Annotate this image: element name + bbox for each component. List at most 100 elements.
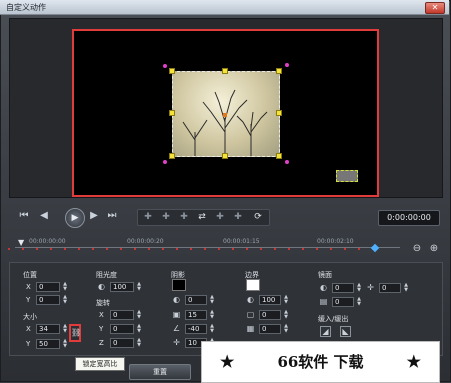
border-soft-spinner[interactable]: ▲ ▼: [282, 324, 290, 334]
rotation-z-spinner[interactable]: ▲ ▼: [135, 338, 143, 348]
mirror-opacity-spinner[interactable]: ▲ ▼: [355, 283, 363, 293]
rotation-z-field[interactable]: 0: [110, 338, 134, 348]
border-opacity-field[interactable]: 100: [259, 295, 281, 305]
border-width-field[interactable]: 0: [259, 310, 281, 320]
border-color-swatch[interactable]: [246, 279, 260, 291]
position-y-label: Y: [26, 296, 31, 304]
keyframe-track[interactable]: [8, 248, 373, 250]
position-y-spinner[interactable]: ▲ ▼: [61, 295, 69, 305]
resize-handle-n[interactable]: [222, 68, 228, 74]
window-title: 自定义动作: [6, 3, 46, 12]
shadow-angle-icon: ∠: [172, 324, 181, 333]
border-soft-field[interactable]: 0: [259, 324, 281, 334]
skew-handle-nw[interactable]: [163, 64, 167, 68]
mirror-fade-field[interactable]: 0: [332, 297, 354, 307]
add-keyframe-button[interactable]: ✚: [142, 212, 154, 223]
site-watermark: ★ 66软件 下载 ★: [201, 341, 440, 383]
star-icon: ★: [220, 352, 235, 371]
ruler-tick: 00:00:00:00: [29, 238, 66, 245]
reset-button[interactable]: 重置: [129, 364, 191, 380]
rotate-keyframe-button[interactable]: ⟳: [252, 212, 264, 223]
shadow-blur-field[interactable]: 15: [185, 310, 207, 320]
close-button[interactable]: ✕: [425, 2, 445, 14]
opacity-spinner[interactable]: ▲ ▼: [135, 282, 143, 292]
zoom-out-icon[interactable]: ⊖: [411, 243, 423, 255]
timecode-display[interactable]: 0:00:00:00: [378, 210, 440, 226]
shadow-blur-spinner[interactable]: ▲ ▼: [208, 310, 216, 320]
rotation-label: 旋转: [96, 299, 110, 307]
keyframe-option-button[interactable]: ✚: [232, 212, 244, 223]
watermark-text: 66软件 下载: [277, 353, 364, 371]
ruler-tick: 00:00:02:10: [317, 238, 354, 245]
size-label: 大小: [23, 313, 37, 321]
resize-handle-w[interactable]: [169, 110, 175, 116]
rotation-y-field[interactable]: 0: [110, 324, 134, 334]
mini-navigator[interactable]: [336, 170, 358, 182]
border-width-icon: ▢: [246, 310, 255, 319]
shadow-opacity-field[interactable]: 0: [185, 295, 207, 305]
mirror-offset-field[interactable]: 0: [379, 283, 401, 293]
go-to-end-button[interactable]: ⏭: [105, 210, 119, 222]
lock-aspect-ratio-button[interactable]: ⛓: [69, 324, 81, 342]
size-y-spinner[interactable]: ▲ ▼: [61, 339, 69, 349]
ruler-tick: 00:00:00:20: [127, 238, 164, 245]
shadow-angle-field[interactable]: -40: [185, 324, 207, 334]
position-y-field[interactable]: 0: [36, 295, 60, 305]
size-y-field[interactable]: 50: [36, 339, 60, 349]
position-x-spinner[interactable]: ▲ ▼: [61, 282, 69, 292]
paste-keyframe-button[interactable]: ✚: [214, 212, 226, 223]
next-frame-button[interactable]: ▶: [87, 210, 101, 222]
mirror-fade-spinner[interactable]: ▲ ▼: [355, 297, 363, 307]
fade-label: 缓入/缓出: [318, 315, 349, 323]
reverse-keyframes-button[interactable]: ⇄: [196, 212, 208, 223]
border-soft-icon: ▦: [246, 324, 255, 333]
skew-handle-ne[interactable]: [285, 63, 289, 67]
opacity-icon: ◐: [98, 282, 105, 291]
mirror-label: 镜面: [318, 271, 332, 279]
rotation-x-spinner[interactable]: ▲ ▼: [135, 310, 143, 320]
resize-handle-sw[interactable]: [169, 153, 175, 159]
rotation-x-label: X: [99, 311, 104, 319]
border-opacity-spinner[interactable]: ▲ ▼: [282, 295, 290, 305]
shadow-angle-spinner[interactable]: ▲ ▼: [208, 324, 216, 334]
fade-in-icon[interactable]: ◢: [320, 326, 331, 337]
mirror-fade-icon: ▤: [319, 297, 328, 306]
skew-handle-se[interactable]: [285, 160, 289, 164]
copy-keyframe-button[interactable]: ✚: [178, 212, 190, 223]
mirror-offset-spinner[interactable]: ▲ ▼: [402, 283, 410, 293]
resize-handle-ne[interactable]: [276, 68, 282, 74]
mirror-offset-icon: ✛: [367, 283, 374, 292]
border-opacity-icon: ◐: [247, 295, 254, 304]
size-x-field[interactable]: 34: [36, 324, 60, 334]
resize-handle-se[interactable]: [276, 153, 282, 159]
fade-out-icon[interactable]: ◣: [340, 326, 351, 337]
size-y-label: Y: [26, 340, 31, 348]
resize-handle-e[interactable]: [276, 110, 282, 116]
title-bar: 自定义动作 ✕: [0, 0, 449, 15]
resize-handle-nw[interactable]: [169, 68, 175, 74]
zoom-in-icon[interactable]: ⊕: [428, 243, 440, 255]
play-button[interactable]: ▶: [65, 208, 85, 228]
rotation-x-field[interactable]: 0: [110, 310, 134, 320]
go-to-start-button[interactable]: ⏮: [17, 210, 31, 222]
position-x-field[interactable]: 0: [36, 282, 60, 292]
shadow-color-swatch[interactable]: [172, 279, 186, 291]
center-point[interactable]: [223, 113, 227, 117]
remove-keyframe-button[interactable]: ✚: [160, 212, 172, 223]
position-x-label: X: [26, 283, 31, 291]
resize-handle-s[interactable]: [222, 153, 228, 159]
shadow-opacity-spinner[interactable]: ▲ ▼: [208, 295, 216, 305]
previous-frame-button[interactable]: ◀: [37, 210, 51, 222]
size-x-spinner[interactable]: ▲ ▼: [61, 324, 69, 334]
playhead-marker[interactable]: ▼: [18, 239, 25, 247]
opacity-field[interactable]: 100: [110, 282, 134, 292]
skew-handle-sw[interactable]: [163, 160, 167, 164]
rotation-y-label: Y: [99, 325, 104, 333]
opacity-label: 阻光度: [96, 271, 117, 279]
timeline-ruler[interactable]: ▼ 00:00:00:00 00:00:00:20 00:00:01:15 00…: [15, 235, 400, 253]
shadow-opacity-icon: ◐: [173, 295, 180, 304]
lock-aspect-tooltip: 锁定宽高比: [75, 357, 125, 371]
mirror-opacity-field[interactable]: 0: [332, 283, 354, 293]
border-width-spinner[interactable]: ▲ ▼: [282, 310, 290, 320]
rotation-y-spinner[interactable]: ▲ ▼: [135, 324, 143, 334]
